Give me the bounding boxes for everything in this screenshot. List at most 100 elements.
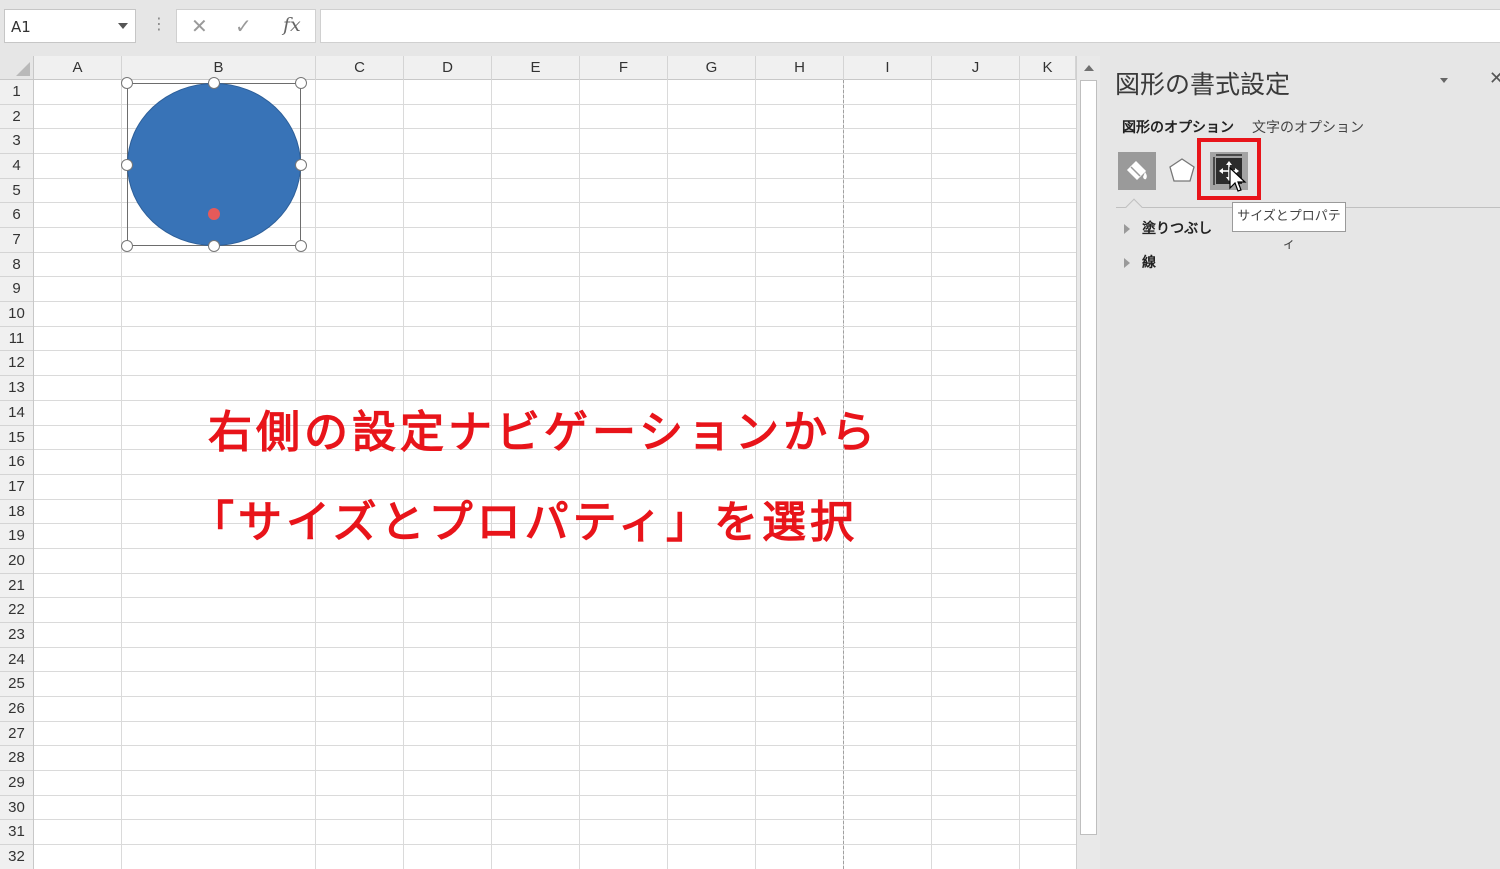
row-header-2[interactable]: 2 — [0, 105, 33, 130]
row-header-26[interactable]: 26 — [0, 697, 33, 722]
row-header-28[interactable]: 28 — [0, 746, 33, 772]
row-header-4[interactable]: 4 — [0, 154, 33, 179]
column-headers: ABCDEFGHIJK — [34, 56, 1076, 80]
row-header-29[interactable]: 29 — [0, 771, 33, 796]
column-header-h[interactable]: H — [756, 56, 844, 80]
column-header-j[interactable]: J — [932, 56, 1020, 80]
formula-buttons: ✕ ✓ fx — [176, 9, 316, 43]
vertical-scrollbar[interactable] — [1076, 56, 1100, 869]
row-header-7[interactable]: 7 — [0, 228, 33, 253]
cancel-icon[interactable]: ✕ — [191, 14, 208, 38]
row-header-13[interactable]: 13 — [0, 376, 33, 401]
close-icon[interactable]: ✕ — [1489, 68, 1500, 89]
row-header-17[interactable]: 17 — [0, 475, 33, 500]
row-header-5[interactable]: 5 — [0, 179, 33, 204]
gridline-horizontal — [34, 572, 1076, 574]
gridline-horizontal — [34, 473, 1076, 475]
column-header-k[interactable]: K — [1020, 56, 1076, 80]
resize-handle[interactable] — [208, 240, 220, 252]
row-header-9[interactable]: 9 — [0, 277, 33, 303]
row-header-11[interactable]: 11 — [0, 327, 33, 352]
resize-handle[interactable] — [208, 77, 220, 89]
resize-handle[interactable] — [121, 77, 133, 89]
column-header-i[interactable]: I — [844, 56, 932, 80]
effects-icon[interactable] — [1163, 152, 1201, 190]
row-header-18[interactable]: 18 — [0, 500, 33, 525]
annotation-line-2: 「サイズとプロパティ」を選択 — [190, 497, 859, 548]
row-header-23[interactable]: 23 — [0, 623, 33, 648]
row-header-6[interactable]: 6 — [0, 203, 33, 229]
expand-arrow-icon — [1124, 224, 1130, 234]
section-line[interactable]: 線 — [1124, 252, 1156, 272]
resize-handle[interactable] — [295, 158, 307, 171]
row-header-3[interactable]: 3 — [0, 129, 33, 155]
pane-title: 図形の書式設定 — [1115, 70, 1291, 99]
gridline-horizontal — [34, 375, 1076, 377]
tab-text-options[interactable]: 文字のオプション — [1252, 117, 1364, 137]
gridline-horizontal — [34, 646, 1076, 648]
gridline-horizontal — [34, 350, 1076, 352]
column-header-b[interactable]: B — [122, 56, 316, 80]
gridline-horizontal — [34, 770, 1076, 772]
resize-handle[interactable] — [295, 240, 307, 252]
fill-line-icon[interactable] — [1118, 152, 1156, 190]
resize-handle[interactable] — [121, 158, 133, 171]
row-header-19[interactable]: 19 — [0, 524, 33, 549]
tooltip: サイズとプロパティ — [1232, 202, 1346, 252]
annotation-line-1: 右側の設定ナビゲーションから — [208, 407, 880, 458]
row-header-8[interactable]: 8 — [0, 253, 33, 278]
gridline-horizontal — [34, 301, 1076, 303]
row-header-22[interactable]: 22 — [0, 598, 33, 623]
excel-window: A1 ⋮ ✕ ✓ fx ABCDEFGHIJK 1 2 3 4 5 6 7 8 9 10 11 12 1… — [0, 0, 1500, 869]
scroll-up-icon[interactable] — [1084, 65, 1094, 71]
row-header-21[interactable]: 21 — [0, 574, 33, 599]
row-header-31[interactable]: 31 — [0, 820, 33, 846]
gridline-horizontal — [34, 720, 1076, 722]
resize-handle[interactable] — [295, 77, 307, 89]
row-header-15[interactable]: 15 — [0, 426, 33, 451]
gridline-horizontal — [34, 819, 1076, 821]
row-header-32[interactable]: 32 — [0, 845, 33, 869]
formula-bar: A1 ⋮ ✕ ✓ fx — [0, 0, 1500, 56]
oval-shape[interactable] — [127, 83, 301, 246]
row-header-10[interactable]: 10 — [0, 302, 33, 327]
pane-options-icon[interactable] — [1440, 78, 1448, 83]
gridline-horizontal — [34, 745, 1076, 747]
rotation-handle[interactable] — [208, 208, 220, 220]
formula-input[interactable] — [320, 9, 1500, 43]
gridline-horizontal — [34, 621, 1076, 623]
gridline-horizontal — [34, 276, 1076, 278]
row-header-1[interactable]: 1 — [0, 80, 33, 105]
select-all-button[interactable] — [0, 56, 34, 80]
row-header-30[interactable]: 30 — [0, 796, 33, 821]
chevron-down-icon[interactable] — [118, 23, 128, 29]
resize-handle[interactable] — [121, 240, 133, 252]
row-header-20[interactable]: 20 — [0, 549, 33, 574]
section-fill[interactable]: 塗りつぶし — [1124, 218, 1212, 238]
name-box[interactable]: A1 — [4, 9, 136, 43]
row-header-25[interactable]: 25 — [0, 672, 33, 697]
format-shape-pane: 図形の書式設定 ✕ 図形のオプション 文字のオプション 塗りつぶし 線 — [1100, 56, 1500, 869]
row-header-16[interactable]: 16 — [0, 450, 33, 475]
row-header-27[interactable]: 27 — [0, 722, 33, 747]
column-header-d[interactable]: D — [404, 56, 492, 80]
tab-shape-options[interactable]: 図形のオプション — [1122, 117, 1234, 137]
row-headers: 1 2 3 4 5 6 7 8 9 10 11 12 13 14 15 16 17 18 19 20 21 22 23 24 2… — [0, 80, 34, 869]
column-header-c[interactable]: C — [316, 56, 404, 80]
column-header-g[interactable]: G — [668, 56, 756, 80]
column-header-f[interactable]: F — [580, 56, 668, 80]
row-header-14[interactable]: 14 — [0, 401, 33, 426]
scroll-thumb[interactable] — [1080, 80, 1097, 835]
mouse-cursor-icon — [1229, 166, 1247, 192]
row-header-12[interactable]: 12 — [0, 351, 33, 377]
gridline-horizontal — [34, 794, 1076, 796]
row-header-24[interactable]: 24 — [0, 648, 33, 673]
column-header-e[interactable]: E — [492, 56, 580, 80]
gridline-horizontal — [34, 251, 1076, 253]
gridline-horizontal — [34, 696, 1076, 697]
enter-icon[interactable]: ✓ — [235, 14, 252, 38]
column-header-a[interactable]: A — [34, 56, 122, 80]
section-line-label: 線 — [1142, 255, 1156, 271]
more-options-icon[interactable]: ⋮ — [151, 14, 167, 33]
insert-function-button[interactable]: fx — [283, 14, 301, 36]
